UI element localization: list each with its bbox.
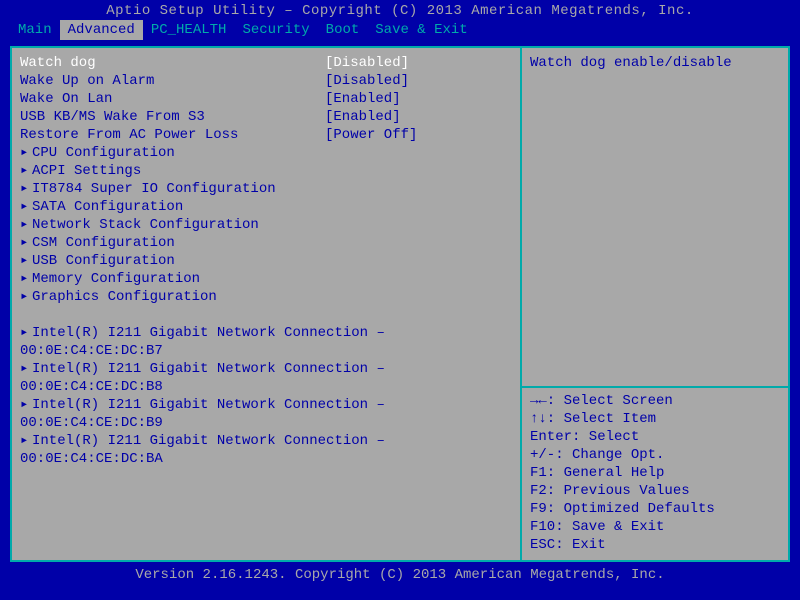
chevron-right-icon: ▸ [20, 198, 32, 216]
setting-value: [Disabled] [325, 72, 409, 90]
setting-value: [Enabled] [325, 108, 401, 126]
tab-pc-health[interactable]: PC_HEALTH [143, 20, 235, 40]
tab-main[interactable]: Main [10, 20, 60, 40]
hint-change-opt: +/-: Change Opt. [530, 446, 780, 464]
submenu-label: ACPI Settings [32, 163, 141, 179]
hint-previous-values: F2: Previous Values [530, 482, 780, 500]
submenu-graphics[interactable]: ▸Graphics Configuration [20, 288, 512, 306]
chevron-right-icon: ▸ [20, 144, 32, 162]
submenu-label: CSM Configuration [32, 235, 175, 251]
submenu-network-stack[interactable]: ▸Network Stack Configuration [20, 216, 512, 234]
chevron-right-icon: ▸ [20, 360, 32, 378]
main-panel: Watch dog [Disabled] Wake Up on Alarm [D… [10, 46, 790, 562]
nic-label: Intel(R) I211 Gigabit Network Connection… [32, 360, 385, 378]
hint-select-item: ↑↓: Select Item [530, 410, 780, 428]
setting-label: Wake Up on Alarm [20, 72, 325, 90]
chevron-right-icon: ▸ [20, 270, 32, 288]
setting-label: USB KB/MS Wake From S3 [20, 108, 325, 126]
hint-save-exit: F10: Save & Exit [530, 518, 780, 536]
chevron-right-icon: ▸ [20, 432, 32, 450]
submenu-memory[interactable]: ▸Memory Configuration [20, 270, 512, 288]
spacer [20, 306, 512, 324]
footer: Version 2.16.1243. Copyright (C) 2013 Am… [0, 566, 800, 584]
setting-wake-up-on-alarm[interactable]: Wake Up on Alarm [Disabled] [20, 72, 512, 90]
nic-mac: 00:0E:C4:CE:DC:B8 [20, 378, 512, 396]
nic-mac: 00:0E:C4:CE:DC:BA [20, 450, 512, 468]
nic-label: Intel(R) I211 Gigabit Network Connection… [32, 396, 385, 414]
setting-usb-wake[interactable]: USB KB/MS Wake From S3 [Enabled] [20, 108, 512, 126]
help-separator [522, 386, 788, 388]
submenu-label: Network Stack Configuration [32, 217, 259, 233]
tab-save-exit[interactable]: Save & Exit [367, 20, 475, 40]
nic-mac: 00:0E:C4:CE:DC:B7 [20, 342, 512, 360]
submenu-label: IT8784 Super IO Configuration [32, 181, 276, 197]
nic-mac: 00:0E:C4:CE:DC:B9 [20, 414, 512, 432]
submenu-label: Graphics Configuration [32, 289, 217, 305]
hint-optimized-defaults: F9: Optimized Defaults [530, 500, 780, 518]
submenu-label: CPU Configuration [32, 145, 175, 161]
help-pane: Watch dog enable/disable →←: Select Scre… [522, 48, 788, 560]
setting-value: [Disabled] [325, 54, 409, 72]
chevron-right-icon: ▸ [20, 252, 32, 270]
bios-frame: Aptio Setup Utility – Copyright (C) 2013… [0, 0, 800, 600]
submenu-sata[interactable]: ▸SATA Configuration [20, 198, 512, 216]
chevron-right-icon: ▸ [20, 180, 32, 198]
submenu-usb[interactable]: ▸USB Configuration [20, 252, 512, 270]
hint-select-screen: →←: Select Screen [530, 392, 780, 410]
submenu-label: SATA Configuration [32, 199, 183, 215]
setting-wake-on-lan[interactable]: Wake On Lan [Enabled] [20, 90, 512, 108]
chevron-right-icon: ▸ [20, 234, 32, 252]
submenu-nic-2[interactable]: ▸Intel(R) I211 Gigabit Network Connectio… [20, 396, 512, 414]
setting-label: Wake On Lan [20, 90, 325, 108]
nic-label: Intel(R) I211 Gigabit Network Connection… [32, 324, 385, 342]
submenu-nic-3[interactable]: ▸Intel(R) I211 Gigabit Network Connectio… [20, 432, 512, 450]
chevron-right-icon: ▸ [20, 162, 32, 180]
setting-restore-ac[interactable]: Restore From AC Power Loss [Power Off] [20, 126, 512, 144]
key-hints: →←: Select Screen ↑↓: Select Item Enter:… [530, 392, 780, 554]
nic-label: Intel(R) I211 Gigabit Network Connection… [32, 432, 385, 450]
setting-value: [Enabled] [325, 90, 401, 108]
spacer [530, 72, 780, 382]
help-text: Watch dog enable/disable [530, 54, 780, 72]
submenu-superio[interactable]: ▸IT8784 Super IO Configuration [20, 180, 512, 198]
submenu-nic-0[interactable]: ▸Intel(R) I211 Gigabit Network Connectio… [20, 324, 512, 342]
hint-enter: Enter: Select [530, 428, 780, 446]
submenu-nic-1[interactable]: ▸Intel(R) I211 Gigabit Network Connectio… [20, 360, 512, 378]
settings-pane: Watch dog [Disabled] Wake Up on Alarm [D… [12, 48, 520, 560]
setting-label: Watch dog [20, 54, 325, 72]
submenu-cpu[interactable]: ▸CPU Configuration [20, 144, 512, 162]
setting-value: [Power Off] [325, 126, 417, 144]
tab-bar: Main Advanced PC_HEALTH Security Boot Sa… [0, 20, 800, 40]
tab-advanced[interactable]: Advanced [60, 20, 143, 40]
submenu-csm[interactable]: ▸CSM Configuration [20, 234, 512, 252]
title-bar: Aptio Setup Utility – Copyright (C) 2013… [0, 0, 800, 20]
hint-esc-exit: ESC: Exit [530, 536, 780, 554]
chevron-right-icon: ▸ [20, 288, 32, 306]
setting-watch-dog[interactable]: Watch dog [Disabled] [20, 54, 512, 72]
submenu-label: USB Configuration [32, 253, 175, 269]
chevron-right-icon: ▸ [20, 396, 32, 414]
submenu-label: Memory Configuration [32, 271, 200, 287]
setting-label: Restore From AC Power Loss [20, 126, 325, 144]
submenu-acpi[interactable]: ▸ACPI Settings [20, 162, 512, 180]
tab-security[interactable]: Security [234, 20, 317, 40]
hint-general-help: F1: General Help [530, 464, 780, 482]
tab-boot[interactable]: Boot [318, 20, 368, 40]
chevron-right-icon: ▸ [20, 216, 32, 234]
chevron-right-icon: ▸ [20, 324, 32, 342]
